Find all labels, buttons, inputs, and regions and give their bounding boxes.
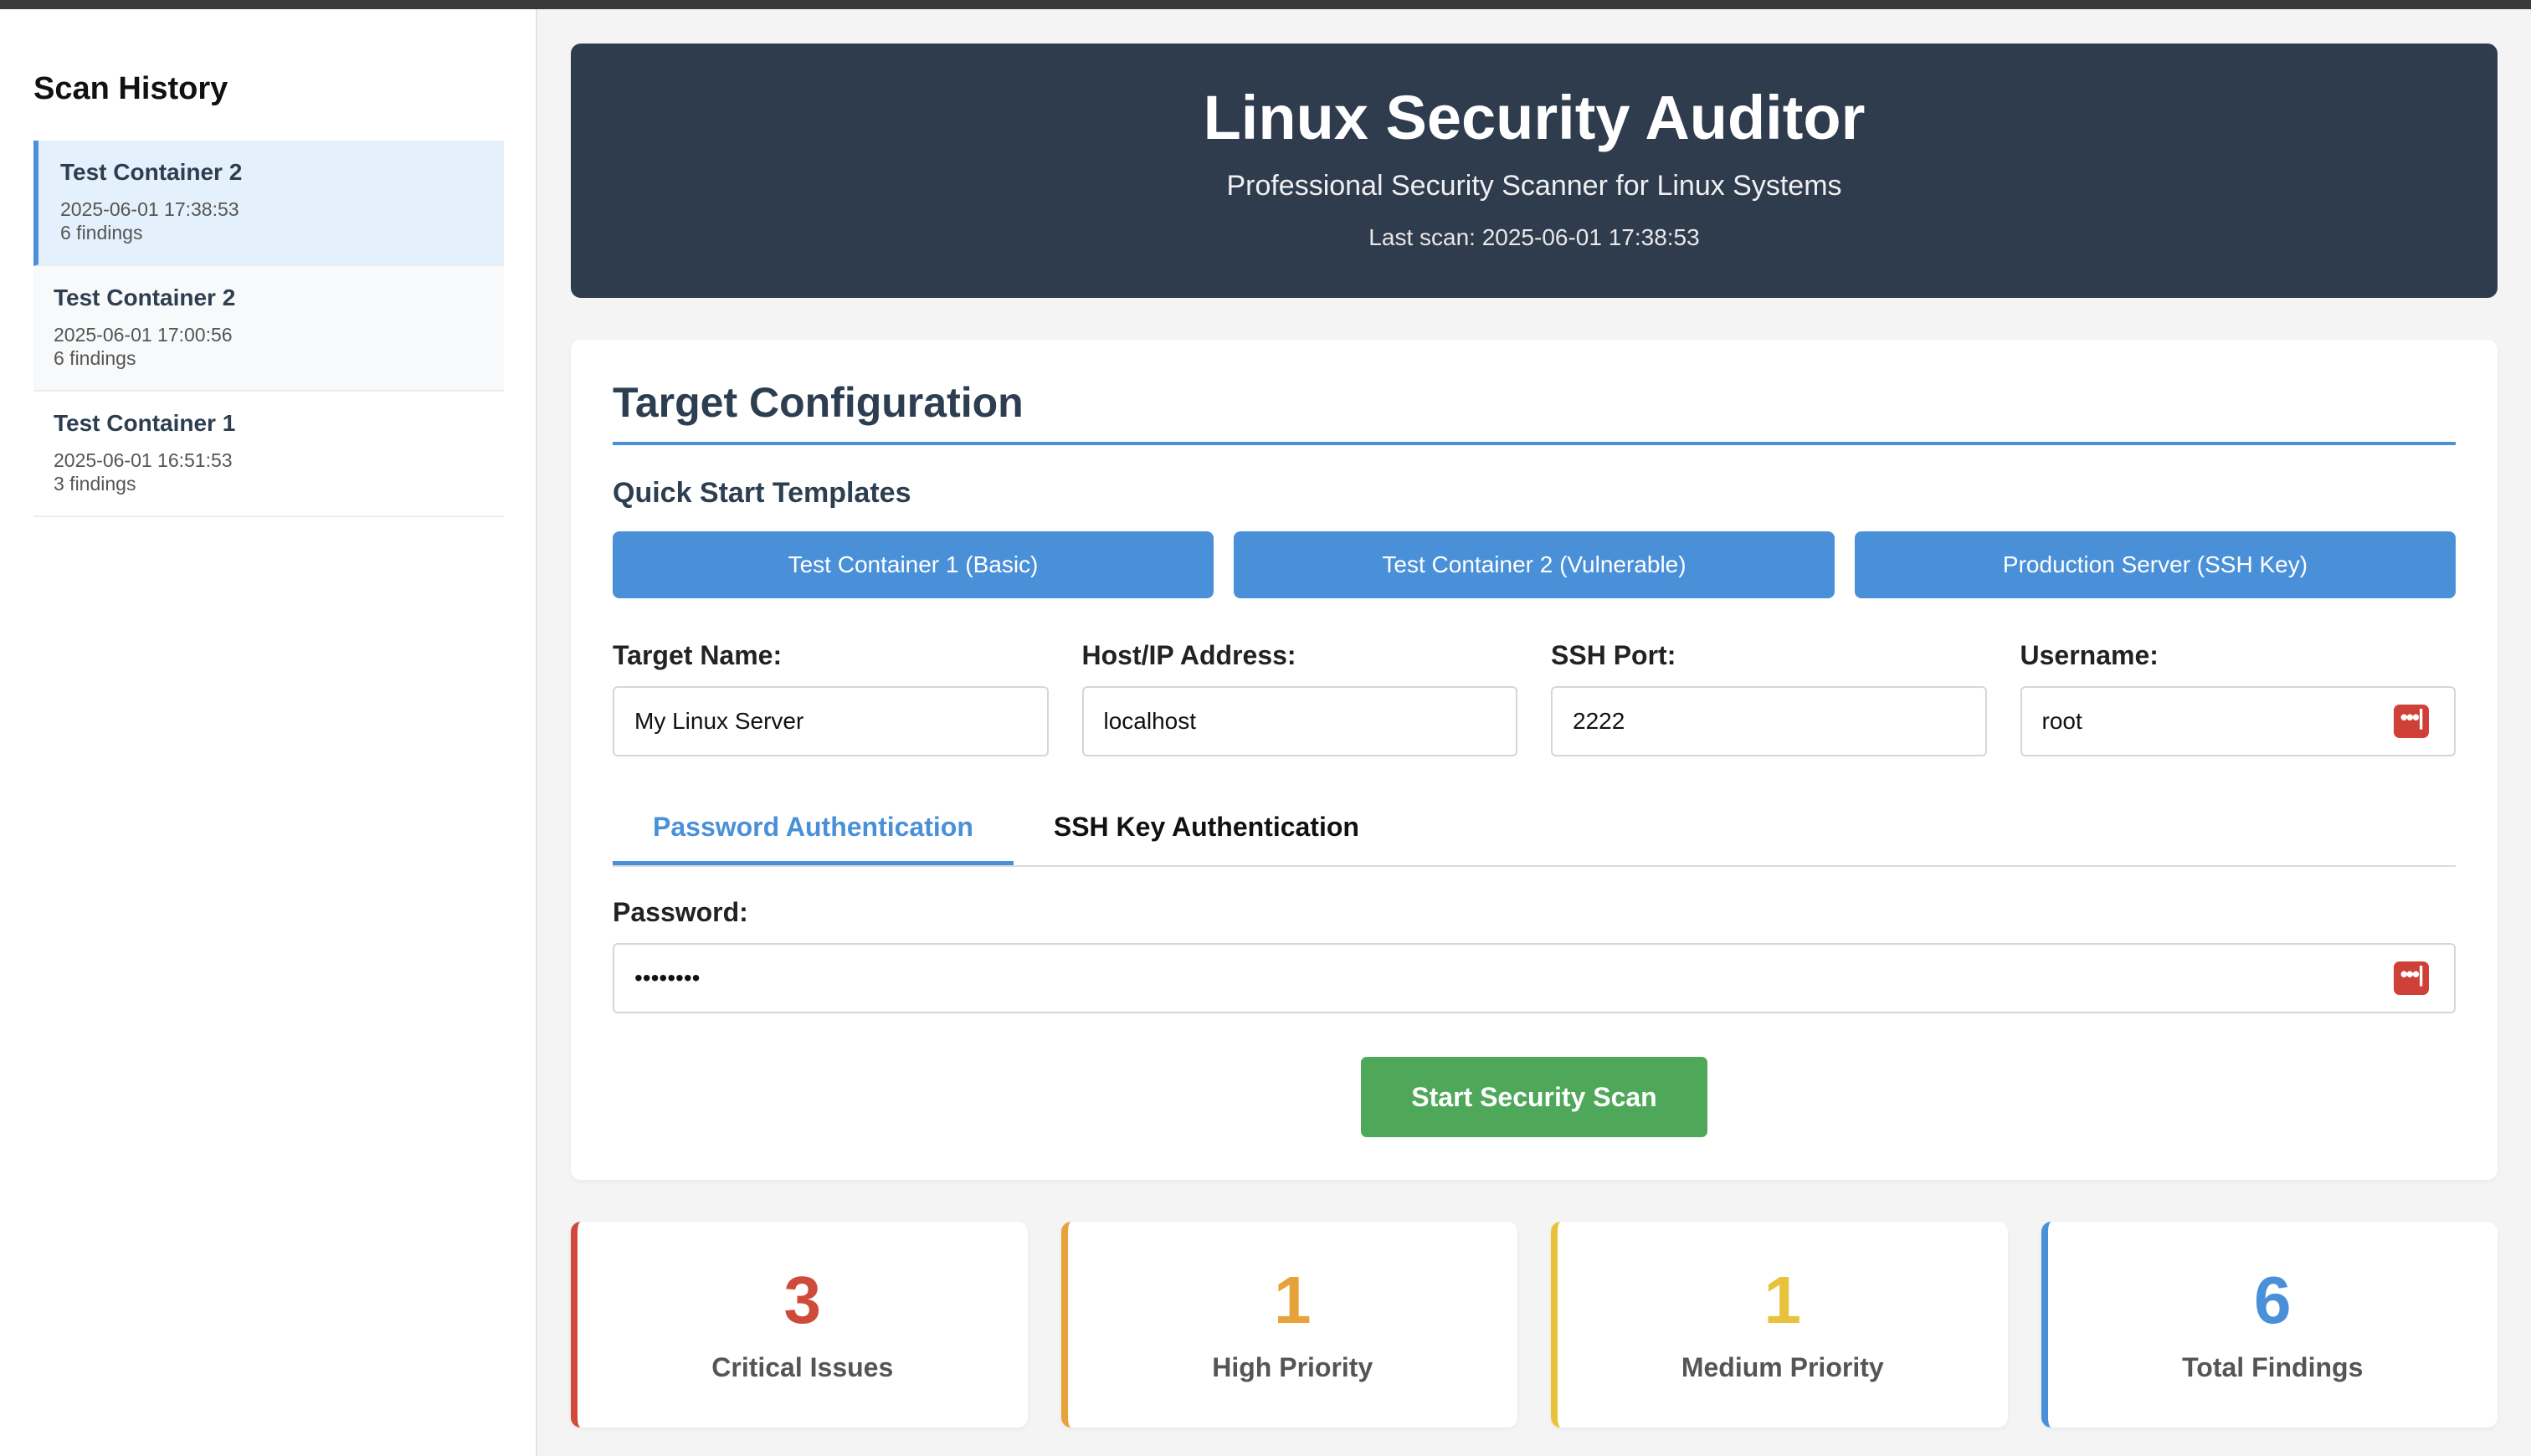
history-item-name: Test Container 2 — [54, 285, 236, 310]
history-item-findings: 6 findings — [60, 222, 143, 244]
host-field: Host/IP Address: — [1081, 640, 1517, 756]
stat-value: 1 — [1763, 1263, 1802, 1337]
main-content: Linux Security Auditor Professional Secu… — [571, 44, 2498, 1428]
stat-value: 3 — [783, 1263, 822, 1337]
username-input[interactable] — [2020, 686, 2456, 756]
password-manager-icon[interactable]: •••| — [2394, 961, 2429, 995]
start-scan-button[interactable]: Start Security Scan — [1361, 1057, 1707, 1137]
history-item[interactable]: Test Container 2 2025-06-01 17:38:53 6 f… — [33, 141, 504, 266]
history-item-name: Test Container 2 — [60, 159, 243, 185]
history-item[interactable]: Test Container 2 2025-06-01 17:00:56 6 f… — [33, 266, 504, 392]
username-field: Username: •••| — [2020, 640, 2456, 756]
app-header: Linux Security Auditor Professional Secu… — [571, 44, 2498, 298]
history-item-findings: 6 findings — [54, 347, 136, 369]
stat-label: Total Findings — [2182, 1352, 2364, 1382]
stat-critical: 3 Critical Issues — [571, 1222, 1028, 1428]
stat-total: 6 Total Findings — [2041, 1222, 2498, 1428]
template-button-production[interactable]: Production Server (SSH Key) — [1855, 531, 2456, 598]
port-label: SSH Port: — [1551, 640, 1676, 670]
stat-label: High Priority — [1212, 1352, 1373, 1382]
host-input[interactable] — [1081, 686, 1517, 756]
findings-summary: 3 Critical Issues 1 High Priority 1 Medi… — [571, 1222, 2498, 1428]
tab-password-authentication[interactable]: Password Authentication — [613, 793, 1014, 865]
target-name-field: Target Name: — [613, 640, 1049, 756]
template-button-basic[interactable]: Test Container 1 (Basic) — [613, 531, 1214, 598]
last-scan-text: Last scan: 2025-06-01 17:38:53 — [1368, 224, 1700, 250]
target-name-label: Target Name: — [613, 640, 783, 670]
section-title: Target Configuration — [613, 378, 2456, 445]
history-item[interactable]: Test Container 1 2025-06-01 16:51:53 3 f… — [33, 392, 504, 517]
password-field: Password: •••| — [613, 897, 2456, 1013]
sidebar-title: Scan History — [33, 71, 228, 106]
window-top-bar — [0, 0, 2531, 9]
host-label: Host/IP Address: — [1081, 640, 1296, 670]
password-input-wrap: •••| — [613, 943, 2456, 1013]
history-item-name: Test Container 1 — [54, 410, 236, 436]
target-name-input[interactable] — [613, 686, 1049, 756]
connection-fields: Target Name: Host/IP Address: SSH Port: … — [613, 640, 2456, 756]
stat-value: 6 — [2254, 1263, 2292, 1337]
username-input-wrap: •••| — [2020, 686, 2456, 756]
stat-value: 1 — [1274, 1263, 1312, 1337]
scan-history-sidebar: Scan History Test Container 2 2025-06-01… — [0, 9, 537, 1456]
tab-ssh-key-authentication[interactable]: SSH Key Authentication — [1014, 793, 1399, 865]
target-configuration-card: Target Configuration Quick Start Templat… — [571, 340, 2498, 1180]
scan-button-wrap: Start Security Scan — [613, 1057, 2456, 1137]
history-item-findings: 3 findings — [54, 473, 136, 495]
template-buttons: Test Container 1 (Basic) Test Container … — [613, 531, 2456, 598]
port-field: SSH Port: — [1551, 640, 1987, 756]
port-input[interactable] — [1551, 686, 1987, 756]
password-label: Password: — [613, 897, 748, 927]
scan-history-list: Test Container 2 2025-06-01 17:38:53 6 f… — [33, 141, 504, 517]
stat-medium: 1 Medium Priority — [1551, 1222, 2008, 1428]
history-item-timestamp: 2025-06-01 16:51:53 — [54, 449, 233, 471]
username-label: Username: — [2020, 640, 2159, 670]
password-input[interactable] — [613, 943, 2456, 1013]
stat-label: Medium Priority — [1681, 1352, 1884, 1382]
stat-high: 1 High Priority — [1060, 1222, 1517, 1428]
app-title: Linux Security Auditor — [1203, 83, 1866, 152]
password-manager-icon[interactable]: •••| — [2394, 705, 2429, 738]
templates-title: Quick Start Templates — [613, 477, 911, 509]
auth-tabs: Password Authentication SSH Key Authenti… — [613, 793, 2456, 867]
history-item-timestamp: 2025-06-01 17:00:56 — [54, 324, 233, 346]
history-item-timestamp: 2025-06-01 17:38:53 — [60, 198, 239, 220]
app-subtitle: Professional Security Scanner for Linux … — [1226, 170, 1842, 202]
template-button-vulnerable[interactable]: Test Container 2 (Vulnerable) — [1234, 531, 1835, 598]
stat-label: Critical Issues — [711, 1352, 894, 1382]
